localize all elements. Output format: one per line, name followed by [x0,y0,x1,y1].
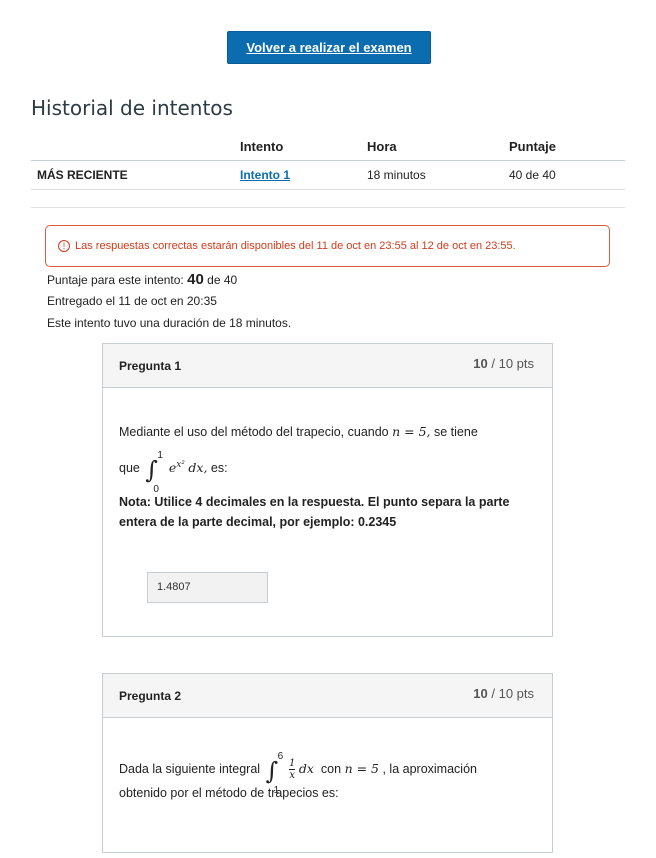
question-body: Dada la siguiente integral ∫ 6 1 1 x dx … [103,718,552,858]
duration-line: Este intento tuvo una duración de 18 min… [47,316,292,330]
alert-circle-icon: ! [58,240,70,252]
answer-field: 1.4807 [147,572,268,603]
question-title: Pregunta 1 [119,359,182,373]
question-body: Mediante el uso del método del trapecio,… [103,388,552,637]
attempts-table: Intento Hora Puntaje MÁS RECIENTE Intent… [31,134,625,190]
question-header: Pregunta 2 10 / 10 pts [103,674,552,718]
score-prefix: Puntaje para este intento: [47,273,184,287]
col-header-score: Puntaje [509,139,556,154]
table-row: MÁS RECIENTE Intento 1 18 minutos 40 de … [31,161,625,190]
question-points: 10 / 10 pts [473,356,534,371]
question-title: Pregunta 2 [119,689,182,703]
retake-exam-button[interactable]: Volver a realizar el examen [227,31,431,64]
question-text: Dada la siguiente integral ∫ 6 1 1 x dx … [119,750,477,796]
col-header-attempt: Intento [240,139,284,154]
alert-text: Las respuestas correctas estarán disponi… [75,240,516,252]
section-divider [31,207,625,208]
attempt-score-line: Puntaje para este intento: 40 de 40 [47,271,237,288]
question-text-cont: obtenido por el método de trapecios es: [119,786,339,800]
question-note: Nota: Utilice 4 decimales en la respuest… [119,495,510,529]
score-value: 40 [187,271,204,288]
row-label: MÁS RECIENTE [37,168,128,182]
history-title: Historial de intentos [31,96,233,120]
table-header: Intento Hora Puntaje [31,134,625,161]
row-score: 40 de 40 [509,168,556,182]
question-points: 10 / 10 pts [473,686,534,701]
integral-expression: que ∫ 1 0 ex² dx, es: [119,450,228,496]
score-suffix: de 40 [207,273,238,287]
row-time: 18 minutos [367,168,426,182]
attempt-link[interactable]: Intento 1 [240,161,290,189]
question-header: Pregunta 1 10 / 10 pts [103,344,552,388]
col-header-time: Hora [367,139,397,154]
question-card-2: Pregunta 2 10 / 10 pts Dada la siguiente… [102,673,553,853]
answers-availability-alert: ! Las respuestas correctas estarán dispo… [45,225,610,267]
question-card-1: Pregunta 1 10 / 10 pts Mediante el uso d… [102,343,553,637]
question-text: Mediante el uso del método del trapecio,… [119,424,478,439]
submitted-line: Entregado el 11 de oct en 20:35 [47,294,217,308]
